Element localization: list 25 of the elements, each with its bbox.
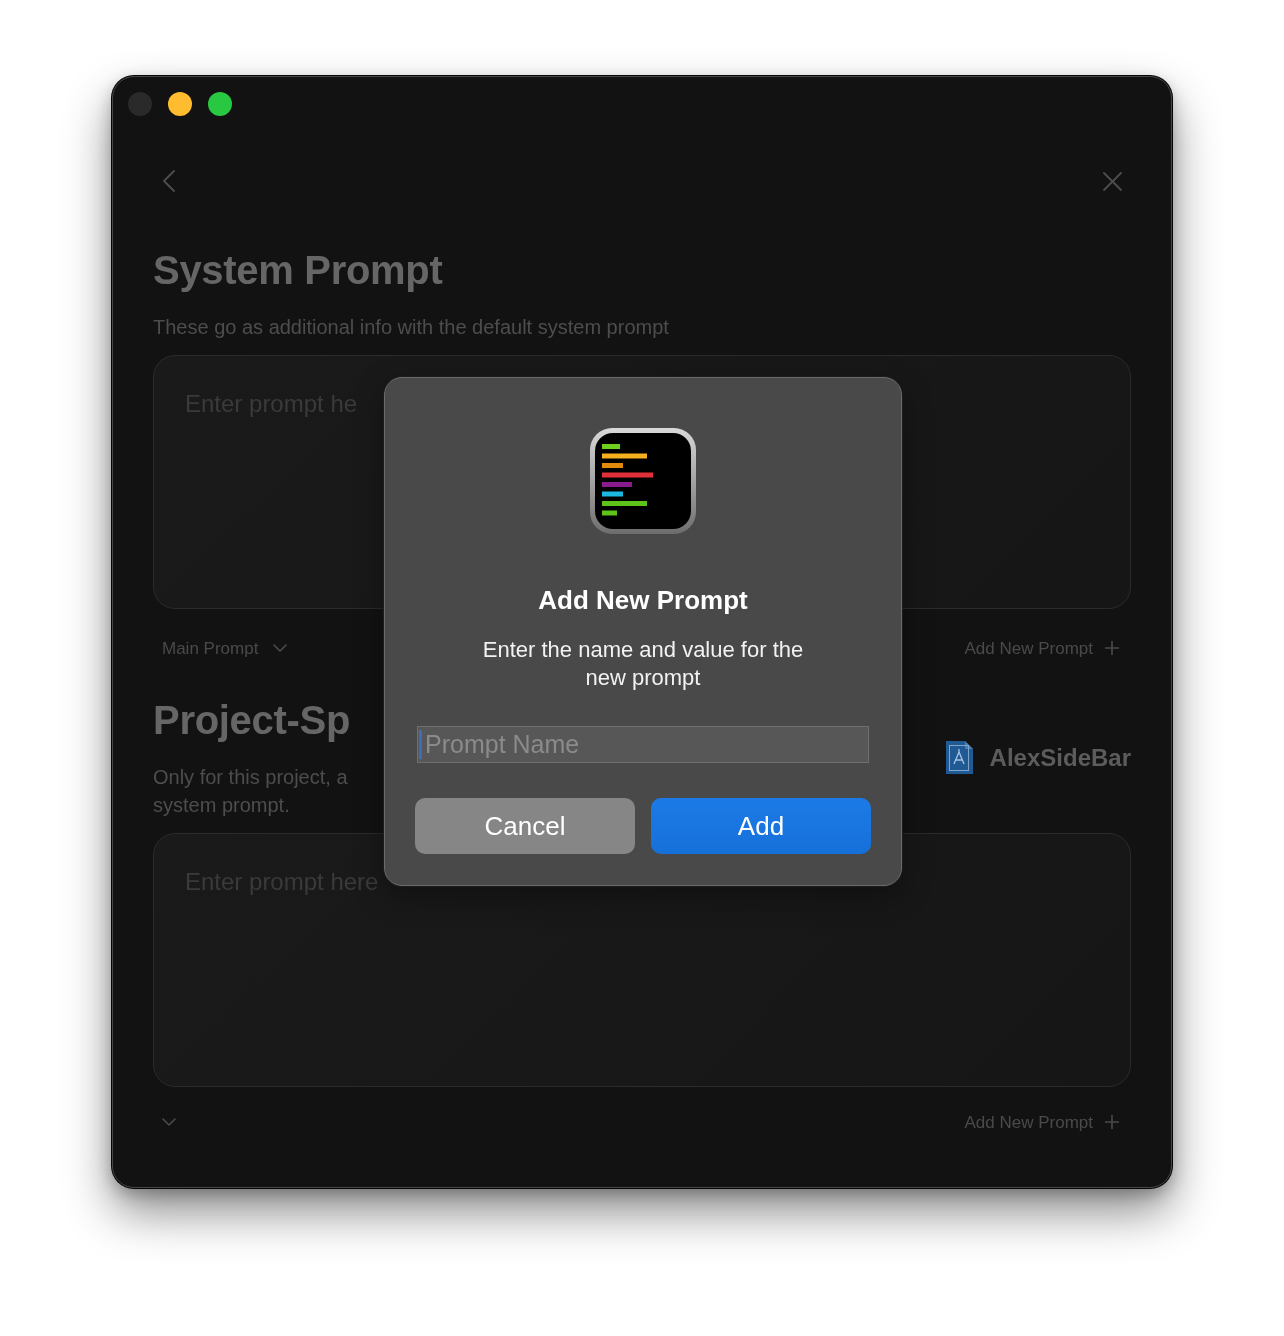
document-icon: [943, 740, 974, 775]
close-button[interactable]: [1103, 171, 1122, 191]
add-button[interactable]: Add: [651, 798, 871, 854]
plus-icon: [1105, 1115, 1119, 1129]
add-prompt-button[interactable]: Add New Prompt: [964, 1113, 1119, 1131]
project-name: AlexSideBar: [989, 742, 1131, 773]
plus-icon: [1105, 641, 1119, 655]
section-heading: System Prompt: [153, 247, 443, 294]
window-zoom-button[interactable]: [208, 92, 232, 116]
description-text: Only for this project, a: [153, 765, 348, 790]
section-heading: Project-Sp: [153, 697, 351, 744]
app-icon: [590, 428, 696, 534]
description-text: system prompt.: [153, 793, 290, 818]
window-minimize-button[interactable]: [168, 92, 192, 116]
chevron-down-icon: [273, 644, 288, 652]
prompt-selector[interactable]: [162, 1118, 176, 1126]
back-icon: [163, 170, 175, 192]
dialog-message: Enter the name and value for the new prompt: [481, 636, 805, 692]
description-text: These go as additional info with the default system prompt: [153, 315, 669, 340]
prompt-selector[interactable]: Main Prompt: [162, 639, 288, 657]
chevron-down-icon: [162, 1118, 176, 1126]
close-icon: [1103, 171, 1122, 191]
back-button[interactable]: [163, 170, 175, 192]
add-prompt-button[interactable]: Add New Prompt: [964, 639, 1119, 657]
cancel-button[interactable]: Cancel: [415, 798, 635, 854]
